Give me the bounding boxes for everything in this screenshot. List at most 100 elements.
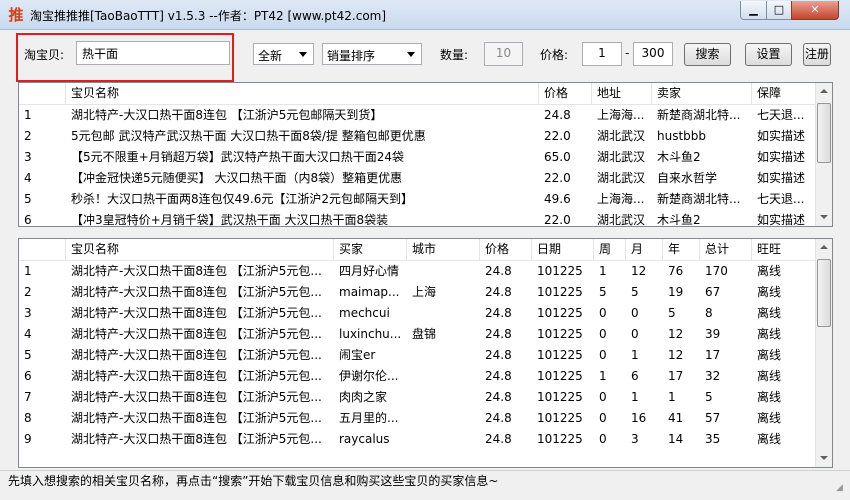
search-input[interactable]: 热干面 bbox=[76, 41, 230, 65]
status-bar: 先填入想搜索的相关宝贝名称，再点击“搜索”开始下载宝贝信息和购买这些宝贝的买家信… bbox=[0, 470, 850, 493]
items-table[interactable]: 宝贝名称 价格 地址 卖家 保障 1 湖北特产-大汉口热干面8连包 【江浙沪5元包… bbox=[18, 82, 833, 227]
items-table-cell: hustbbb bbox=[657, 129, 707, 143]
buyers-table-row[interactable]: 8 湖北特产-大汉口热干面8连包 【江浙沪5元包... 五月里的... 24.8 101… bbox=[19, 408, 816, 429]
buyers-table-cell: 32 bbox=[705, 369, 721, 383]
buyers-table-cell: 101225 bbox=[537, 411, 583, 425]
buyers-table-cell: 101225 bbox=[537, 369, 583, 383]
app-icon: 推 bbox=[8, 6, 24, 24]
buyers-table-cell: 盘锦 bbox=[412, 327, 437, 341]
sort-select[interactable]: 销量排序 bbox=[322, 43, 422, 65]
column-header-price[interactable]: 价格 bbox=[539, 83, 592, 105]
buyers-table-cell: 17 bbox=[705, 348, 721, 362]
minimize-button[interactable]: ▁ bbox=[740, 1, 767, 20]
items-table-row[interactable]: 6 【冲3皇冠特价+月销千袋】武汉热干面 大汉口热干面8袋装 22.0 湖北武汉 木斗鱼… bbox=[19, 210, 816, 227]
column-header-location[interactable]: 地址 bbox=[592, 83, 652, 105]
buyers-table-cell: 6 bbox=[631, 369, 639, 383]
column-header-week[interactable]: 周 bbox=[594, 239, 626, 261]
price-label: 价格: bbox=[540, 48, 569, 62]
maximize-button[interactable]: □ bbox=[766, 1, 792, 20]
column-header-name[interactable]: 宝贝名称 bbox=[66, 239, 334, 261]
scroll-up-icon[interactable] bbox=[816, 83, 832, 100]
search-button[interactable]: 搜索 bbox=[684, 43, 731, 66]
items-scrollbar[interactable] bbox=[815, 83, 832, 226]
buyers-table-cell: 24.8 bbox=[485, 264, 512, 278]
column-header-buyer[interactable]: 买家 bbox=[334, 239, 407, 261]
items-table-cell: 如实描述 bbox=[757, 129, 806, 143]
column-header[interactable] bbox=[19, 83, 66, 105]
register-button[interactable]: 注册 bbox=[803, 43, 831, 66]
column-header-date[interactable]: 日期 bbox=[532, 239, 594, 261]
column-header-total[interactable]: 总计 bbox=[700, 239, 752, 261]
buyers-table-row[interactable]: 1 湖北特产-大汉口热干面8连包 【江浙沪5元包... 四月好心情 24.8 10122… bbox=[19, 261, 816, 282]
items-table-cell: 3 bbox=[24, 150, 32, 164]
buyers-table-cell: 肉肉之家 bbox=[339, 390, 388, 404]
items-table-row[interactable]: 3 【5元不限重+月销超万袋】武汉特产热干面大汉口热干面24袋 65.0 湖北武汉 木斗… bbox=[19, 147, 816, 168]
buyers-table-cell: 闹宝er bbox=[339, 348, 376, 362]
buyers-table[interactable]: 宝贝名称 买家 城市 价格 日期 周 月 年 总计 旺旺 1 湖北特产-大汉口热干… bbox=[18, 238, 833, 468]
buyers-table-row[interactable]: 2 湖北特产-大汉口热干面8连包 【江浙沪5元包... maimap... 上海 24.… bbox=[19, 282, 816, 303]
sort-select-value: 销量排序 bbox=[327, 49, 376, 63]
buyers-table-cell: 24.8 bbox=[485, 369, 512, 383]
items-table-header: 宝贝名称 价格 地址 卖家 保障 bbox=[19, 83, 816, 105]
buyers-table-row[interactable]: 9 湖北特产-大汉口热干面8连包 【江浙沪5元包... raycalus 24.8 10… bbox=[19, 429, 816, 450]
buyers-table-row[interactable]: 5 湖北特产-大汉口热干面8连包 【江浙沪5元包... 闹宝er 24.8 101225… bbox=[19, 345, 816, 366]
items-table-row[interactable]: 2 5元包邮 武汉特产武汉热干面 大汉口热干面8袋/提 整箱包邮更优惠 22.0 湖北… bbox=[19, 126, 816, 147]
items-table-cell: 4 bbox=[24, 171, 32, 185]
buyers-table-cell: 离线 bbox=[757, 432, 782, 446]
resize-grip-icon[interactable]: ◢ bbox=[836, 478, 848, 493]
column-header-price[interactable]: 价格 bbox=[480, 239, 532, 261]
buyers-table-row[interactable]: 3 湖北特产-大汉口热干面8连包 【江浙沪5元包... mechcui 24.8 101… bbox=[19, 303, 816, 324]
buyers-table-cell: 39 bbox=[705, 327, 721, 341]
scroll-down-icon[interactable] bbox=[816, 450, 832, 467]
buyers-table-cell: 0 bbox=[599, 411, 607, 425]
column-header-city[interactable]: 城市 bbox=[407, 239, 480, 261]
price-min-input[interactable]: 1 bbox=[582, 42, 622, 66]
items-table-cell: 如实描述 bbox=[757, 171, 806, 185]
buyers-table-cell: 0 bbox=[599, 390, 607, 404]
items-table-cell: 湖北武汉 bbox=[597, 213, 646, 227]
buyers-table-header: 宝贝名称 买家 城市 价格 日期 周 月 年 总计 旺旺 bbox=[19, 239, 816, 261]
buyers-table-cell: 湖北特产-大汉口热干面8连包 【江浙沪5元包... bbox=[71, 390, 322, 404]
buyers-scrollbar[interactable] bbox=[815, 239, 832, 467]
buyers-table-cell: 四月好心情 bbox=[339, 264, 400, 278]
buyers-table-cell: 24.8 bbox=[485, 306, 512, 320]
buyers-table-row[interactable]: 6 湖北特产-大汉口热干面8连包 【江浙沪5元包... 伊谢尔伦... 24.8 101… bbox=[19, 366, 816, 387]
status-text: 先填入想搜索的相关宝贝名称，再点击“搜索”开始下载宝贝信息和购买这些宝贝的买家信… bbox=[8, 474, 499, 488]
column-header-year[interactable]: 年 bbox=[663, 239, 700, 261]
items-table-row[interactable]: 5 秒杀！大汉口热干面两8连包仅49.6元【江浙沪2元包邮隔天到】 49.6 上海海.… bbox=[19, 189, 816, 210]
buyers-table-cell: 8 bbox=[705, 306, 713, 320]
settings-button[interactable]: 设置 bbox=[745, 43, 792, 66]
buyers-table-cell bbox=[407, 303, 480, 324]
buyers-table-cell: 14 bbox=[668, 432, 684, 446]
price-max-input[interactable]: 300 bbox=[633, 42, 673, 66]
column-header-name[interactable]: 宝贝名称 bbox=[66, 83, 539, 105]
items-table-cell: 湖北特产-大汉口热干面8连包 【江浙沪5元包邮隔天到货】 bbox=[71, 108, 383, 122]
buyers-table-row[interactable]: 7 湖北特产-大汉口热干面8连包 【江浙沪5元包... 肉肉之家 24.8 101225… bbox=[19, 387, 816, 408]
column-header-seller[interactable]: 卖家 bbox=[652, 83, 752, 105]
close-button[interactable]: ✕ bbox=[791, 1, 839, 20]
buyers-table-cell: 7 bbox=[24, 390, 32, 404]
column-header[interactable] bbox=[19, 239, 66, 261]
column-header-wangwang[interactable]: 旺旺 bbox=[752, 239, 816, 261]
items-table-cell: 22.0 bbox=[544, 129, 571, 143]
buyers-table-cell: luxinchu... bbox=[339, 327, 402, 341]
scroll-up-icon[interactable] bbox=[816, 239, 832, 256]
buyers-table-cell: 0 bbox=[599, 327, 607, 341]
scroll-down-icon[interactable] bbox=[816, 209, 832, 226]
buyers-table-cell: 湖北特产-大汉口热干面8连包 【江浙沪5元包... bbox=[71, 285, 322, 299]
buyers-table-row[interactable]: 4 湖北特产-大汉口热干面8连包 【江浙沪5元包... luxinchu... 盘锦 2… bbox=[19, 324, 816, 345]
buyers-table-cell: 5 bbox=[631, 285, 639, 299]
quantity-label: 数量: bbox=[440, 48, 469, 62]
items-table-row[interactable]: 4 【冲金冠快递5元随便买】 大汉口热干面（内8袋）整箱更优惠 22.0 湖北武汉 自来… bbox=[19, 168, 816, 189]
buyers-table-cell bbox=[407, 387, 480, 408]
window-title: 淘宝推推推[TaoBaoTTT] v1.5.3 --作者：PT42 [www.p… bbox=[30, 9, 387, 23]
scroll-thumb[interactable] bbox=[817, 259, 831, 327]
buyers-table-cell: 离线 bbox=[757, 285, 782, 299]
column-header-month[interactable]: 月 bbox=[626, 239, 663, 261]
condition-select[interactable]: 全新 bbox=[253, 43, 314, 65]
column-header-guarantee[interactable]: 保障 bbox=[752, 83, 816, 105]
items-table-row[interactable]: 1 湖北特产-大汉口热干面8连包 【江浙沪5元包邮隔天到货】 24.8 上海海... 新… bbox=[19, 105, 816, 126]
buyers-table-cell: 9 bbox=[24, 432, 32, 446]
scroll-thumb[interactable] bbox=[817, 103, 831, 163]
title-bar: 推 淘宝推推推[TaoBaoTTT] v1.5.3 --作者：PT42 [www… bbox=[0, 0, 850, 30]
